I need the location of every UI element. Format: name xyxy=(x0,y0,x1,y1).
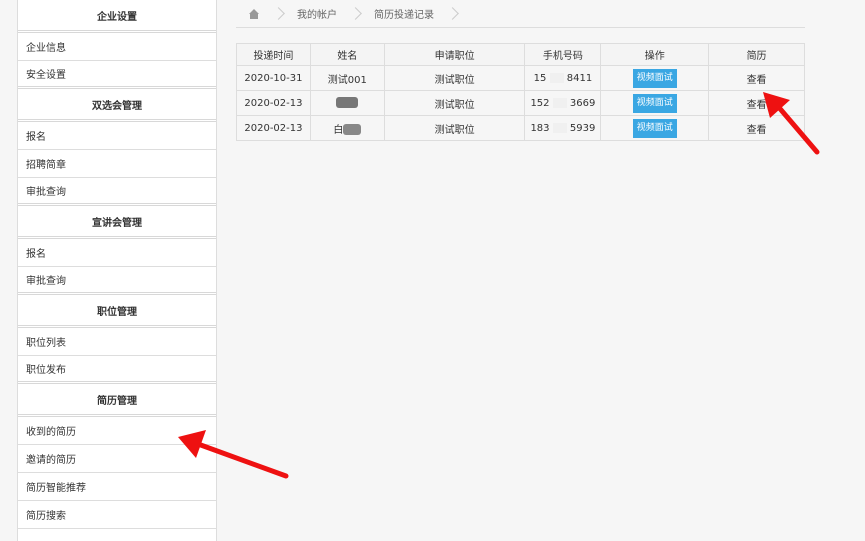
sidebar-item-seminar-approval[interactable]: 审批查询 xyxy=(18,267,216,295)
phone-prefix: 15 xyxy=(533,72,547,84)
table-header-row: 投递时间 姓名 申请职位 手机号码 操作 简历 xyxy=(236,43,805,66)
phone-prefix: 152 xyxy=(530,97,550,109)
video-interview-button[interactable]: 视频面试 xyxy=(632,68,677,88)
cell-phone: 15 8411 xyxy=(524,65,602,91)
header-phone: 手机号码 xyxy=(524,43,602,66)
header-action: 操作 xyxy=(600,43,710,66)
sidebar-item-seminar-register[interactable]: 报名 xyxy=(18,239,216,267)
view-resume-link[interactable]: 查看 xyxy=(747,75,767,86)
cell-resume: 查看 xyxy=(708,115,805,141)
phone-prefix: 183 xyxy=(530,122,550,134)
cell-action: 视频面试 xyxy=(600,65,710,91)
cell-action: 视频面试 xyxy=(600,90,710,116)
sidebar-item-company-info[interactable]: 企业信息 xyxy=(18,33,216,61)
home-icon[interactable] xyxy=(248,8,260,19)
cell-phone: 183 5939 xyxy=(524,115,602,141)
phone-redaction xyxy=(552,122,567,133)
sidebar-item-received-resumes[interactable]: 收到的简历 xyxy=(18,417,216,445)
name-text: 白 xyxy=(333,124,344,136)
sidebar-item-invited-resumes[interactable]: 邀请的简历 xyxy=(18,445,216,473)
cell-resume: 查看 xyxy=(708,90,805,116)
phone-redaction xyxy=(549,72,564,83)
section-header-company-settings: 企业设置 xyxy=(18,0,216,33)
sidebar-item-job-fair-approval[interactable]: 审批查询 xyxy=(18,178,216,206)
cell-action: 视频面试 xyxy=(600,115,710,141)
sidebar-item-recruitment-brochure[interactable]: 招聘简章 xyxy=(18,150,216,178)
sidebar-item-post-position[interactable]: 职位发布 xyxy=(18,356,216,384)
phone-suffix: 3669 xyxy=(569,97,596,109)
cell-position: 测试职位 xyxy=(383,90,526,116)
header-name: 姓名 xyxy=(309,43,385,66)
table-row: 2020-02-13 白 测试职位 183 5939 视频面试 查看 xyxy=(236,115,805,141)
view-resume-link[interactable]: 查看 xyxy=(747,125,767,136)
section-header-resume-management: 简历管理 xyxy=(18,384,216,417)
phone-suffix: 5939 xyxy=(569,122,596,134)
header-submit-time: 投递时间 xyxy=(236,43,311,66)
name-redaction xyxy=(336,97,359,109)
section-header-seminar: 宣讲会管理 xyxy=(18,206,216,239)
section-header-job-fair: 双选会管理 xyxy=(18,89,216,122)
breadcrumb: 我的帐户 简历投递记录 xyxy=(236,0,805,28)
chevron-right-icon xyxy=(349,7,362,20)
sidebar-item-position-list[interactable]: 职位列表 xyxy=(18,328,216,356)
cell-phone: 152 3669 xyxy=(524,90,602,116)
chevron-right-icon xyxy=(272,7,285,20)
sidebar: 企业设置 企业信息 安全设置 双选会管理 报名 招聘简章 审批查询 宣讲会管理 … xyxy=(17,0,217,541)
cell-position: 测试职位 xyxy=(383,65,526,91)
sidebar-item-resume-search[interactable]: 简历搜索 xyxy=(18,501,216,529)
breadcrumb-resume-records: 简历投递记录 xyxy=(374,10,434,21)
cell-date: 2020-10-31 xyxy=(236,65,311,91)
cell-name: 测试001 xyxy=(309,65,385,91)
header-resume: 简历 xyxy=(708,43,805,66)
name-redaction xyxy=(343,124,362,135)
video-interview-button[interactable]: 视频面试 xyxy=(632,118,677,138)
breadcrumb-my-account[interactable]: 我的帐户 xyxy=(297,6,337,21)
table-row: 2020-02-13 测试职位 152 3669 视频面试 查看 xyxy=(236,90,805,116)
table-row: 2020-10-31 测试001 测试职位 15 8411 视频面试 查看 xyxy=(236,65,805,91)
cell-position: 测试职位 xyxy=(383,115,526,141)
video-interview-button[interactable]: 视频面试 xyxy=(632,93,677,113)
header-position: 申请职位 xyxy=(383,43,526,66)
chevron-right-icon xyxy=(446,7,459,20)
cell-name: 白 xyxy=(309,115,385,141)
cell-date: 2020-02-13 xyxy=(236,115,311,141)
cell-resume: 查看 xyxy=(708,65,805,91)
cell-date: 2020-02-13 xyxy=(236,90,311,116)
sidebar-item-smart-recommend[interactable]: 简历智能推荐 xyxy=(18,473,216,501)
phone-redaction xyxy=(552,97,567,108)
phone-suffix: 8411 xyxy=(566,72,593,84)
sidebar-item-job-fair-register[interactable]: 报名 xyxy=(18,122,216,150)
resume-records-table: 投递时间 姓名 申请职位 手机号码 操作 简历 2020-10-31 测试001… xyxy=(236,43,805,141)
sidebar-item-security-settings[interactable]: 安全设置 xyxy=(18,61,216,89)
view-resume-link[interactable]: 查看 xyxy=(747,100,767,111)
section-header-position-management: 职位管理 xyxy=(18,295,216,328)
cell-name xyxy=(309,90,385,116)
